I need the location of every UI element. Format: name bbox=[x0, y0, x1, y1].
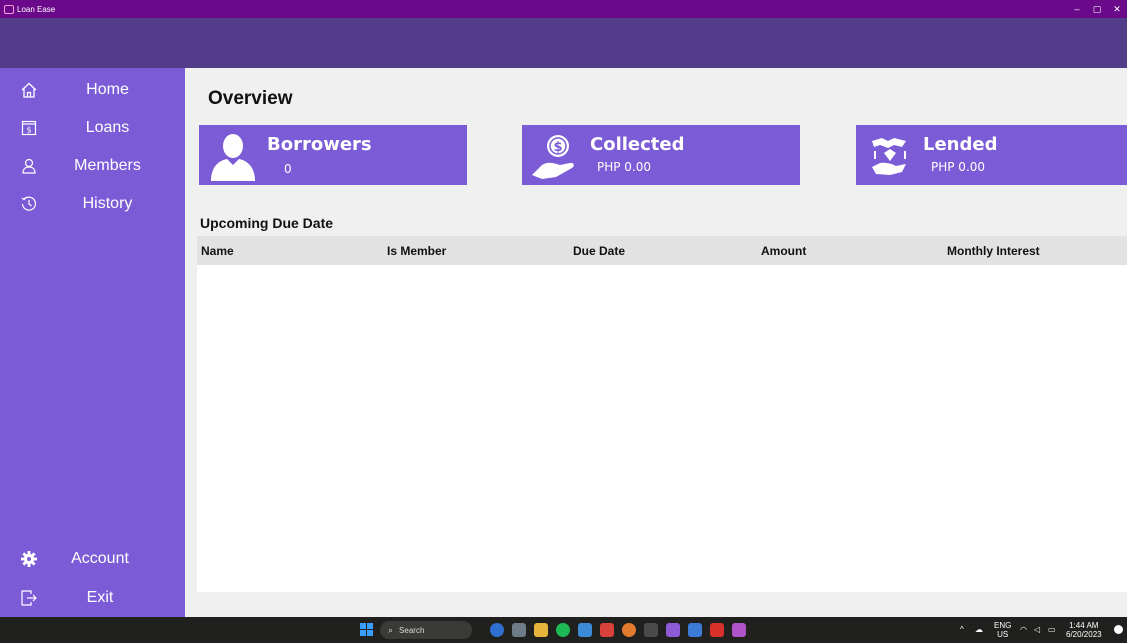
sidebar-item-loans[interactable]: $ Loans bbox=[0, 110, 185, 146]
close-button[interactable]: ✕ bbox=[1107, 0, 1127, 18]
page-title: Overview bbox=[208, 88, 293, 109]
taskbar-app-visualstudio-icon[interactable] bbox=[666, 623, 680, 637]
window-titlebar: Loan Ease – ▢ ✕ bbox=[0, 0, 1127, 18]
window-controls: – ▢ ✕ bbox=[1067, 0, 1127, 18]
taskbar-app-spotify-icon[interactable] bbox=[556, 623, 570, 637]
sidebar-item-exit[interactable]: Exit bbox=[0, 580, 185, 616]
sidebar: Home $ Loans Members History Account Exi… bbox=[0, 68, 185, 617]
taskbar-app-firefox-icon[interactable] bbox=[622, 623, 636, 637]
column-header-due-date[interactable]: Due Date bbox=[573, 244, 625, 258]
taskbar-app-terminal-icon[interactable] bbox=[644, 623, 658, 637]
windows-taskbar: ⌕ Search ^ ☁ ENG US ◠ ◁ ▭ 1:44 AM 6/20/2… bbox=[0, 617, 1127, 643]
search-placeholder: Search bbox=[399, 625, 425, 635]
taskbar-app-mail-icon[interactable] bbox=[578, 623, 592, 637]
collected-amount: PHP 0.00 bbox=[597, 160, 652, 174]
main-content: Overview Borrowers 0 $ Collected PHP 0.0… bbox=[185, 68, 1127, 617]
column-header-is-member[interactable]: Is Member bbox=[387, 244, 446, 258]
notification-icon[interactable] bbox=[1114, 625, 1123, 634]
person-icon bbox=[207, 129, 259, 181]
app-icon bbox=[4, 4, 14, 14]
minimize-button[interactable]: – bbox=[1067, 0, 1087, 18]
tray-volume-icon[interactable]: ◁ bbox=[1034, 625, 1040, 634]
lend-hands-icon bbox=[864, 129, 916, 181]
taskbar-app-pdf-icon[interactable] bbox=[710, 623, 724, 637]
upcoming-due-table[interactable]: Name Is Member Due Date Amount Monthly I… bbox=[197, 236, 1127, 592]
taskbar-app-office-icon[interactable] bbox=[600, 623, 614, 637]
header-bar bbox=[0, 18, 1127, 68]
tray-date: 6/20/2023 bbox=[1066, 630, 1102, 639]
tray-clock[interactable]: 1:44 AM 6/20/2023 bbox=[1066, 621, 1102, 639]
lended-card: Lended PHP 0.00 bbox=[856, 125, 1127, 185]
collected-card: $ Collected PHP 0.00 bbox=[522, 125, 800, 185]
taskbar-app-explorer-icon[interactable] bbox=[534, 623, 548, 637]
sidebar-item-label: Account bbox=[71, 550, 129, 567]
search-icon: ⌕ bbox=[388, 624, 394, 635]
column-header-amount[interactable]: Amount bbox=[761, 244, 806, 258]
sidebar-item-account[interactable]: Account bbox=[0, 541, 185, 577]
tray-time: 1:44 AM bbox=[1069, 621, 1099, 630]
card-title: Collected bbox=[590, 134, 685, 155]
maximize-button[interactable]: ▢ bbox=[1087, 0, 1107, 18]
taskbar-app-taskview-icon[interactable] bbox=[512, 623, 526, 637]
column-header-name[interactable]: Name bbox=[201, 244, 234, 258]
taskbar-app-loanease-icon[interactable] bbox=[732, 623, 746, 637]
card-title: Lended bbox=[923, 134, 998, 155]
taskbar-app-browser-icon[interactable] bbox=[490, 623, 504, 637]
taskbar-search[interactable]: ⌕ Search bbox=[380, 621, 472, 639]
sidebar-item-label: Home bbox=[86, 81, 129, 98]
sidebar-item-label: Loans bbox=[85, 119, 130, 136]
sidebar-item-label: History bbox=[82, 195, 133, 212]
table-header: Name Is Member Due Date Amount Monthly I… bbox=[197, 236, 1127, 265]
windows-start-icon[interactable] bbox=[360, 623, 373, 636]
tray-language[interactable]: ENG US bbox=[994, 621, 1011, 639]
lended-amount: PHP 0.00 bbox=[931, 160, 986, 174]
taskbar-app-notes-icon[interactable] bbox=[688, 623, 702, 637]
tray-region: US bbox=[997, 630, 1009, 639]
upcoming-due-title: Upcoming Due Date bbox=[200, 215, 334, 231]
sidebar-item-label: Members bbox=[74, 157, 141, 174]
tray-cloud-icon[interactable]: ☁ bbox=[975, 625, 983, 634]
sidebar-item-members[interactable]: Members bbox=[0, 148, 185, 184]
borrowers-card: Borrowers 0 bbox=[199, 125, 467, 185]
borrowers-count: 0 bbox=[284, 162, 292, 176]
column-header-monthly-interest[interactable]: Monthly Interest bbox=[947, 244, 1040, 258]
svg-text:$: $ bbox=[553, 140, 562, 155]
sidebar-item-history[interactable]: History bbox=[0, 186, 185, 222]
window-title: Loan Ease bbox=[17, 4, 56, 14]
tray-wifi-icon[interactable]: ◠ bbox=[1020, 625, 1027, 634]
sidebar-item-home[interactable]: Home bbox=[0, 72, 185, 108]
tray-battery-icon[interactable]: ▭ bbox=[1048, 625, 1056, 634]
tray-chevron-icon[interactable]: ^ bbox=[960, 625, 964, 634]
tray-lang: ENG bbox=[994, 621, 1012, 630]
money-hand-icon: $ bbox=[530, 129, 582, 181]
card-title: Borrowers bbox=[267, 134, 372, 155]
sidebar-item-label: Exit bbox=[86, 589, 114, 606]
